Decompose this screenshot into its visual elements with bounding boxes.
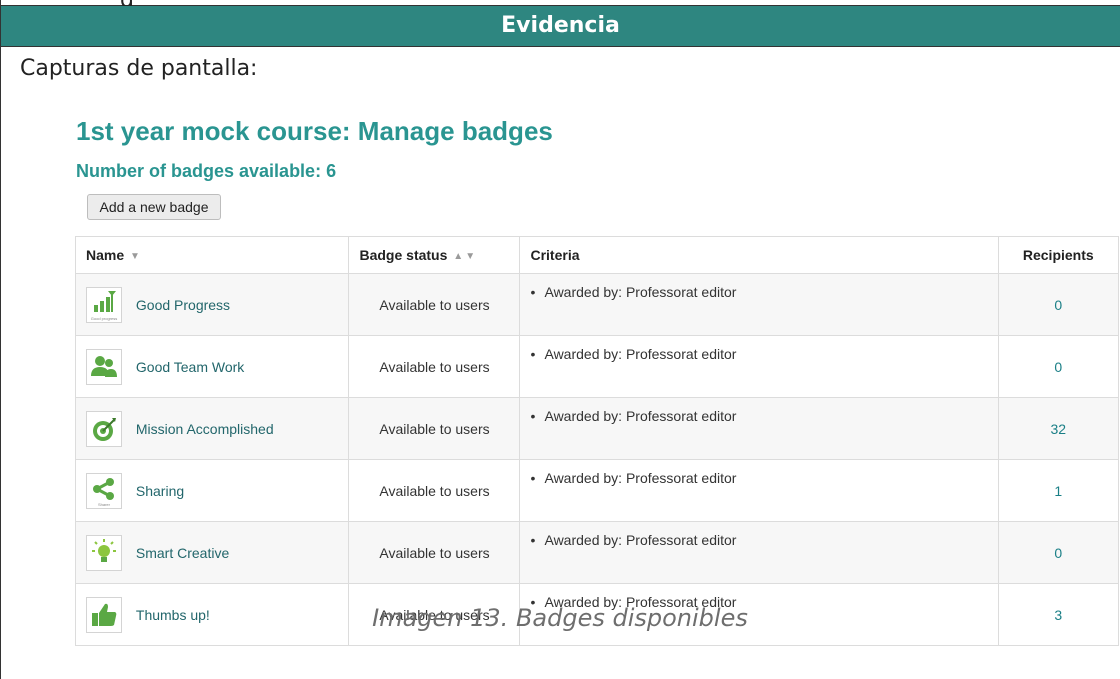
sort-desc-icon[interactable]: ▼ <box>465 251 475 262</box>
criteria-cell: Awarded by: Professorat editor <box>519 459 999 522</box>
badge-link[interactable]: Good Team Work <box>136 359 244 375</box>
badge-name-cell: Mission Accomplished <box>74 397 349 460</box>
share-icon[interactable]: Sharer <box>86 472 122 509</box>
table-row: Mission Accomplished Available to users … <box>74 397 1119 460</box>
badges-table: Name ▼ Badge status ▲ ▼ Criteria Recipien… <box>74 236 1119 646</box>
target-icon[interactable] <box>86 410 122 447</box>
recipients-count-link[interactable]: 0 <box>997 521 1119 584</box>
badge-name-cell: Sharer Sharing <box>74 459 349 522</box>
badge-link[interactable]: Good Progress <box>136 297 230 313</box>
badge-status-cell: Available to users <box>348 273 520 336</box>
svg-text:Sharer: Sharer <box>98 502 111 507</box>
table-row: Good Team Work Available to users Awarde… <box>74 335 1119 398</box>
badge-status-cell: Available to users <box>348 335 520 398</box>
team-icon[interactable] <box>86 348 122 385</box>
criteria-cell: Awarded by: Professorat editor <box>519 335 999 398</box>
evidence-header: Evidencia <box>1 6 1120 47</box>
badge-link[interactable]: Mission Accomplished <box>136 421 274 437</box>
badge-link[interactable]: Smart Creative <box>136 545 229 561</box>
badge-status-cell: Available to users <box>348 521 520 584</box>
svg-text:Good progress: Good progress <box>91 316 117 321</box>
table-header-row: Name ▼ Badge status ▲ ▼ Criteria Recipien… <box>74 236 1119 274</box>
progress-chart-icon[interactable]: Good progress <box>86 286 122 323</box>
page-border-left <box>0 0 1 679</box>
recipients-count-link[interactable]: 32 <box>997 397 1119 460</box>
badge-name-cell: Good Team Work <box>74 335 349 398</box>
column-header-criteria[interactable]: Criteria <box>519 236 999 274</box>
criteria-cell: Awarded by: Professorat editor <box>519 397 999 460</box>
recipients-count-link[interactable]: 1 <box>997 459 1119 522</box>
table-row: Smart Creative Available to users Awarde… <box>74 521 1119 584</box>
badge-name-cell: Good progress Good Progress <box>74 273 349 336</box>
criteria-cell: Awarded by: Professorat editor <box>519 521 999 584</box>
table-row: Good progress Good Progress Available to… <box>74 273 1119 336</box>
sort-asc-icon[interactable]: ▲ <box>453 251 463 262</box>
badge-status-cell: Available to users <box>348 397 520 460</box>
criteria-cell: Awarded by: Professorat editor <box>519 273 999 336</box>
column-header-badge-status[interactable]: Badge status ▲ ▼ <box>348 236 520 274</box>
column-header-recipients[interactable]: Recipients <box>997 236 1119 274</box>
recipients-count-link[interactable]: 0 <box>997 273 1119 336</box>
badge-name-cell: Smart Creative <box>74 521 349 584</box>
badge-link[interactable]: Sharing <box>136 483 184 499</box>
recipients-count-link[interactable]: 0 <box>997 335 1119 398</box>
badge-count-heading: Number of badges available: 6 <box>76 161 337 181</box>
page-title: 1st year mock course: Manage badges <box>76 116 553 146</box>
screenshots-label: Capturas de pantalla: <box>20 56 258 81</box>
lightbulb-icon[interactable] <box>86 534 122 571</box>
figure-caption: Imagen 13. Badges disponibles <box>372 604 748 632</box>
table-row: Sharer Sharing Available to users Awarde… <box>74 459 1119 522</box>
badge-status-cell: Available to users <box>348 459 520 522</box>
add-new-badge-button[interactable]: Add a new badge <box>87 194 221 220</box>
column-header-name[interactable]: Name ▼ <box>74 236 349 274</box>
sort-desc-icon[interactable]: ▼ <box>130 251 140 262</box>
